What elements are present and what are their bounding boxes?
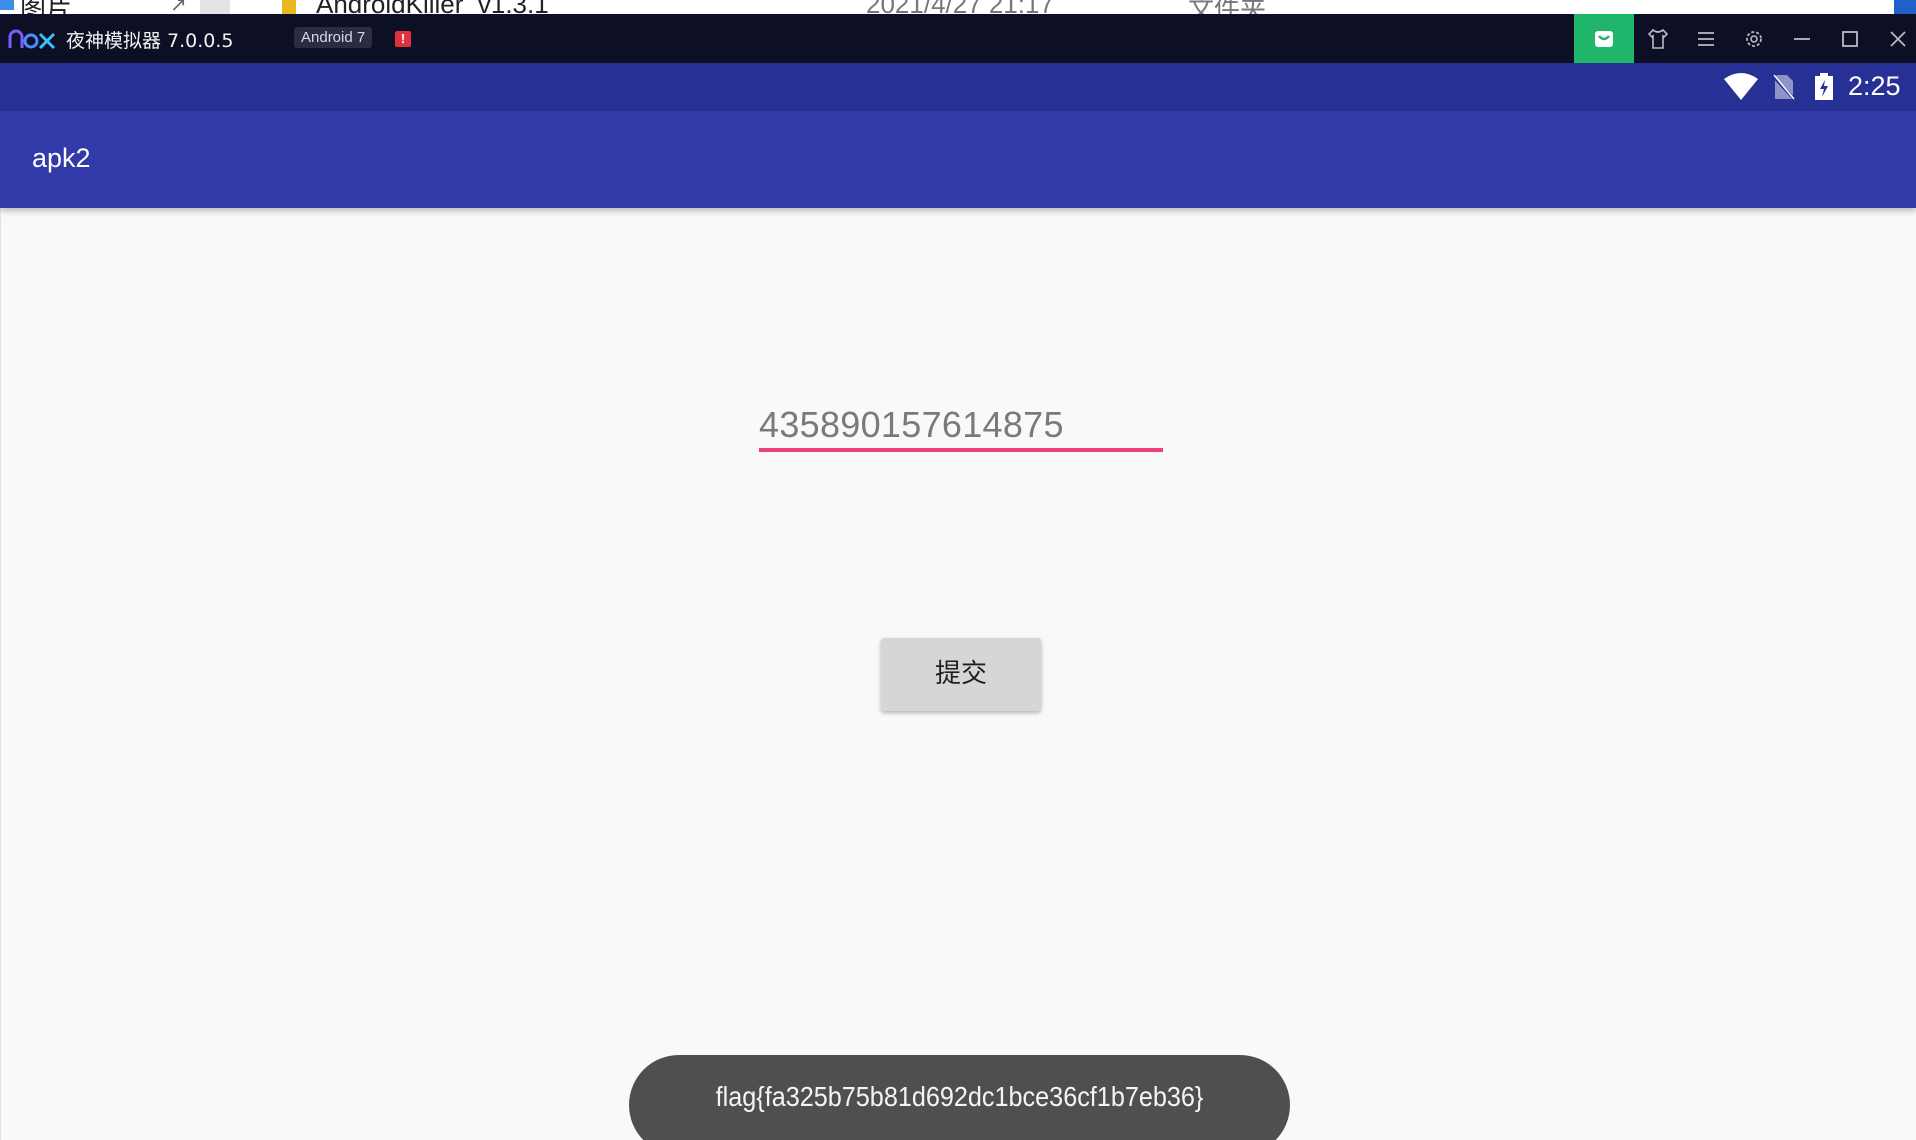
- folder-icon: [282, 0, 296, 14]
- wifi-icon: [1724, 73, 1758, 100]
- close-icon: [1890, 31, 1906, 47]
- input-focus-underline: [759, 448, 1163, 452]
- host-file-date: 2021/4/27 21:17: [866, 0, 1054, 15]
- settings-button[interactable]: [1741, 26, 1767, 52]
- app-title: apk2: [32, 143, 91, 173]
- emulator-title: 夜神模拟器 7.0.0.5: [66, 30, 234, 52]
- submit-button[interactable]: 提交: [881, 638, 1041, 711]
- main-content: 435890157614875 提交: [0, 208, 1916, 1140]
- host-file-type: 文件夹: [1188, 0, 1267, 15]
- close-button[interactable]: [1885, 26, 1911, 52]
- host-file-name[interactable]: AndroidKiller_v1.3.1: [316, 0, 549, 14]
- nox-logo-icon: [8, 29, 56, 50]
- emulator-title-bar[interactable]: 夜神模拟器 7.0.0.5 Android 7 !: [0, 14, 1916, 63]
- android-status-bar: 2:25: [0, 63, 1916, 111]
- toast-message: flag{fa325b75b81d692dc1bce36cf1b7eb36}: [629, 1055, 1290, 1140]
- alert-badge[interactable]: !: [395, 31, 411, 47]
- host-sidebar-item[interactable]: 图片: [20, 0, 72, 14]
- bag-button[interactable]: [1574, 14, 1634, 63]
- shirt-icon: [1647, 28, 1669, 49]
- app-action-bar: apk2: [0, 111, 1916, 208]
- number-input-field[interactable]: 435890157614875: [759, 396, 1163, 452]
- shirt-button[interactable]: [1645, 26, 1671, 52]
- battery-charging-icon: [1815, 73, 1833, 100]
- android-version-badge: Android 7: [294, 27, 373, 48]
- maximize-icon: [1842, 31, 1858, 47]
- bag-icon: [1595, 31, 1613, 47]
- pin-icon: ↗: [170, 0, 187, 15]
- maximize-button[interactable]: [1837, 26, 1863, 52]
- screen: 图片 ↗ AndroidKiller_v1.3.1 2021/4/27 21:1…: [0, 0, 1916, 1140]
- menu-icon: [1698, 32, 1714, 46]
- host-window-edge: [1894, 0, 1916, 14]
- no-sim-icon: [1772, 74, 1796, 101]
- status-clock: 2:25: [1848, 71, 1901, 101]
- minimize-icon: [1794, 38, 1810, 40]
- minimize-button[interactable]: [1789, 26, 1815, 52]
- host-scroll-area: [200, 0, 230, 14]
- pictures-icon: [0, 0, 14, 10]
- menu-button[interactable]: [1693, 26, 1719, 52]
- gear-icon: [1746, 31, 1762, 47]
- host-explorer-strip: 图片 ↗ AndroidKiller_v1.3.1 2021/4/27 21:1…: [0, 0, 1916, 15]
- toast-text: flag{fa325b75b81d692dc1bce36cf1b7eb36}: [715, 1081, 1204, 1112]
- number-input-value[interactable]: 435890157614875: [759, 404, 1064, 446]
